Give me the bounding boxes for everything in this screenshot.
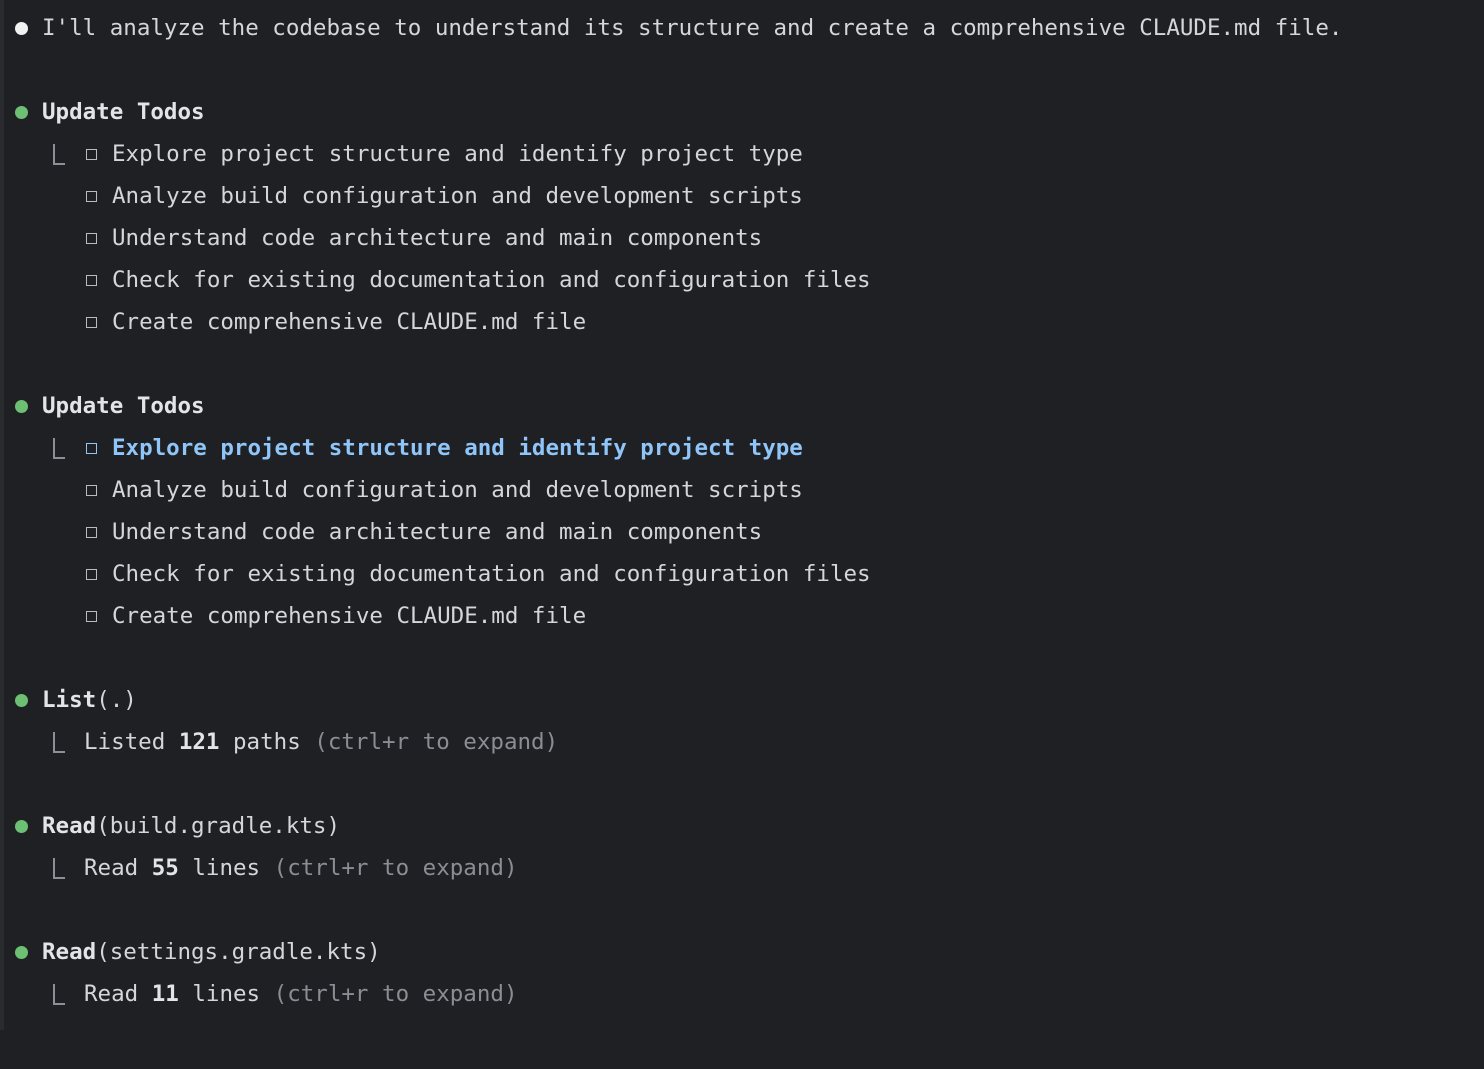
status-bullet-icon <box>15 694 28 707</box>
tool-name: List <box>42 687 97 713</box>
status-bullet-icon <box>15 106 28 119</box>
todo-block-title: Update Todos <box>42 99 205 125</box>
todo-item-label: Understand code architecture and main co… <box>112 519 763 545</box>
tree-elbow-icon <box>53 858 65 879</box>
tool-name: Read <box>42 813 97 839</box>
todo-item-label: Explore project structure and identify p… <box>112 141 803 167</box>
tool-result-text: Listed 121 paths (ctrl+r to expand) <box>84 727 558 757</box>
todo-item-active: Explore project structure and identify p… <box>0 433 803 463</box>
todo-block-title: Update Todos <box>42 393 205 419</box>
todo-item: Explore project structure and identify p… <box>0 139 803 169</box>
checkbox-icon <box>86 443 97 454</box>
todo-item-label: Analyze build configuration and developm… <box>112 183 803 209</box>
assistant-message: I'll analyze the codebase to understand … <box>0 13 1342 43</box>
result-count: 11 <box>151 981 179 1007</box>
status-bullet-icon <box>15 820 28 833</box>
result-prefix: Listed <box>84 729 179 755</box>
tool-call-signature: List(.) <box>42 685 137 715</box>
tool-argument: (build.gradle.kts) <box>96 813 341 839</box>
result-suffix: paths <box>219 729 315 755</box>
todo-item: Understand code architecture and main co… <box>0 223 762 253</box>
todo-item-label: Explore project structure and identify p… <box>112 435 803 461</box>
todo-item: Understand code architecture and main co… <box>0 517 762 547</box>
todo-item-label: Analyze build configuration and developm… <box>112 477 803 503</box>
todo-item: Create comprehensive CLAUDE.md file <box>0 307 586 337</box>
message-bullet-icon <box>15 22 28 35</box>
tool-name: Read <box>42 939 97 965</box>
tool-result-text: Read 55 lines (ctrl+r to expand) <box>84 853 518 883</box>
result-count: 121 <box>178 729 220 755</box>
tool-call-header: List(.) <box>0 685 137 715</box>
expand-hint: (ctrl+r to expand) <box>314 729 559 755</box>
tree-elbow-icon <box>53 438 65 459</box>
result-count: 55 <box>151 855 179 881</box>
checkbox-icon <box>86 611 97 622</box>
tool-call-header: Read(settings.gradle.kts) <box>0 937 381 967</box>
checkbox-icon <box>86 191 97 202</box>
tool-call-header: Read(build.gradle.kts) <box>0 811 340 841</box>
tool-result[interactable]: Read 55 lines (ctrl+r to expand) <box>0 853 518 883</box>
result-prefix: Read <box>84 855 152 881</box>
status-bullet-icon <box>15 946 28 959</box>
tool-call-signature: Read(build.gradle.kts) <box>42 811 340 841</box>
tool-argument: (settings.gradle.kts) <box>96 939 381 965</box>
tool-result[interactable]: Listed 121 paths (ctrl+r to expand) <box>0 727 558 757</box>
todo-item-label: Understand code architecture and main co… <box>112 225 763 251</box>
todo-item: Create comprehensive CLAUDE.md file <box>0 601 586 631</box>
todo-block-header: Update Todos <box>0 97 205 127</box>
result-suffix: lines <box>178 981 274 1007</box>
tree-elbow-icon <box>53 732 65 753</box>
tool-result-text: Read 11 lines (ctrl+r to expand) <box>84 979 518 1009</box>
todo-item: Check for existing documentation and con… <box>0 265 871 295</box>
tool-call-signature: Read(settings.gradle.kts) <box>42 937 381 967</box>
todo-item-label: Check for existing documentation and con… <box>112 267 871 293</box>
result-prefix: Read <box>84 981 152 1007</box>
tool-result[interactable]: Read 11 lines (ctrl+r to expand) <box>0 979 518 1009</box>
checkbox-icon <box>86 149 97 160</box>
result-suffix: lines <box>178 855 274 881</box>
checkbox-icon <box>86 485 97 496</box>
tree-elbow-icon <box>53 984 65 1005</box>
checkbox-icon <box>86 569 97 580</box>
todo-item: Analyze build configuration and developm… <box>0 181 803 211</box>
expand-hint: (ctrl+r to expand) <box>273 981 518 1007</box>
todo-block-header: Update Todos <box>0 391 205 421</box>
todo-item: Check for existing documentation and con… <box>0 559 871 589</box>
status-bullet-icon <box>15 400 28 413</box>
todo-item-label: Check for existing documentation and con… <box>112 561 871 587</box>
todo-item-label: Create comprehensive CLAUDE.md file <box>112 309 587 335</box>
assistant-message-text: I'll analyze the codebase to understand … <box>42 15 1343 41</box>
expand-hint: (ctrl+r to expand) <box>273 855 518 881</box>
checkbox-icon <box>86 527 97 538</box>
checkbox-icon <box>86 317 97 328</box>
tree-elbow-icon <box>53 144 65 165</box>
checkbox-icon <box>86 233 97 244</box>
todo-item-label: Create comprehensive CLAUDE.md file <box>112 603 587 629</box>
todo-item: Analyze build configuration and developm… <box>0 475 803 505</box>
checkbox-icon <box>86 275 97 286</box>
tool-argument: (.) <box>96 687 137 713</box>
